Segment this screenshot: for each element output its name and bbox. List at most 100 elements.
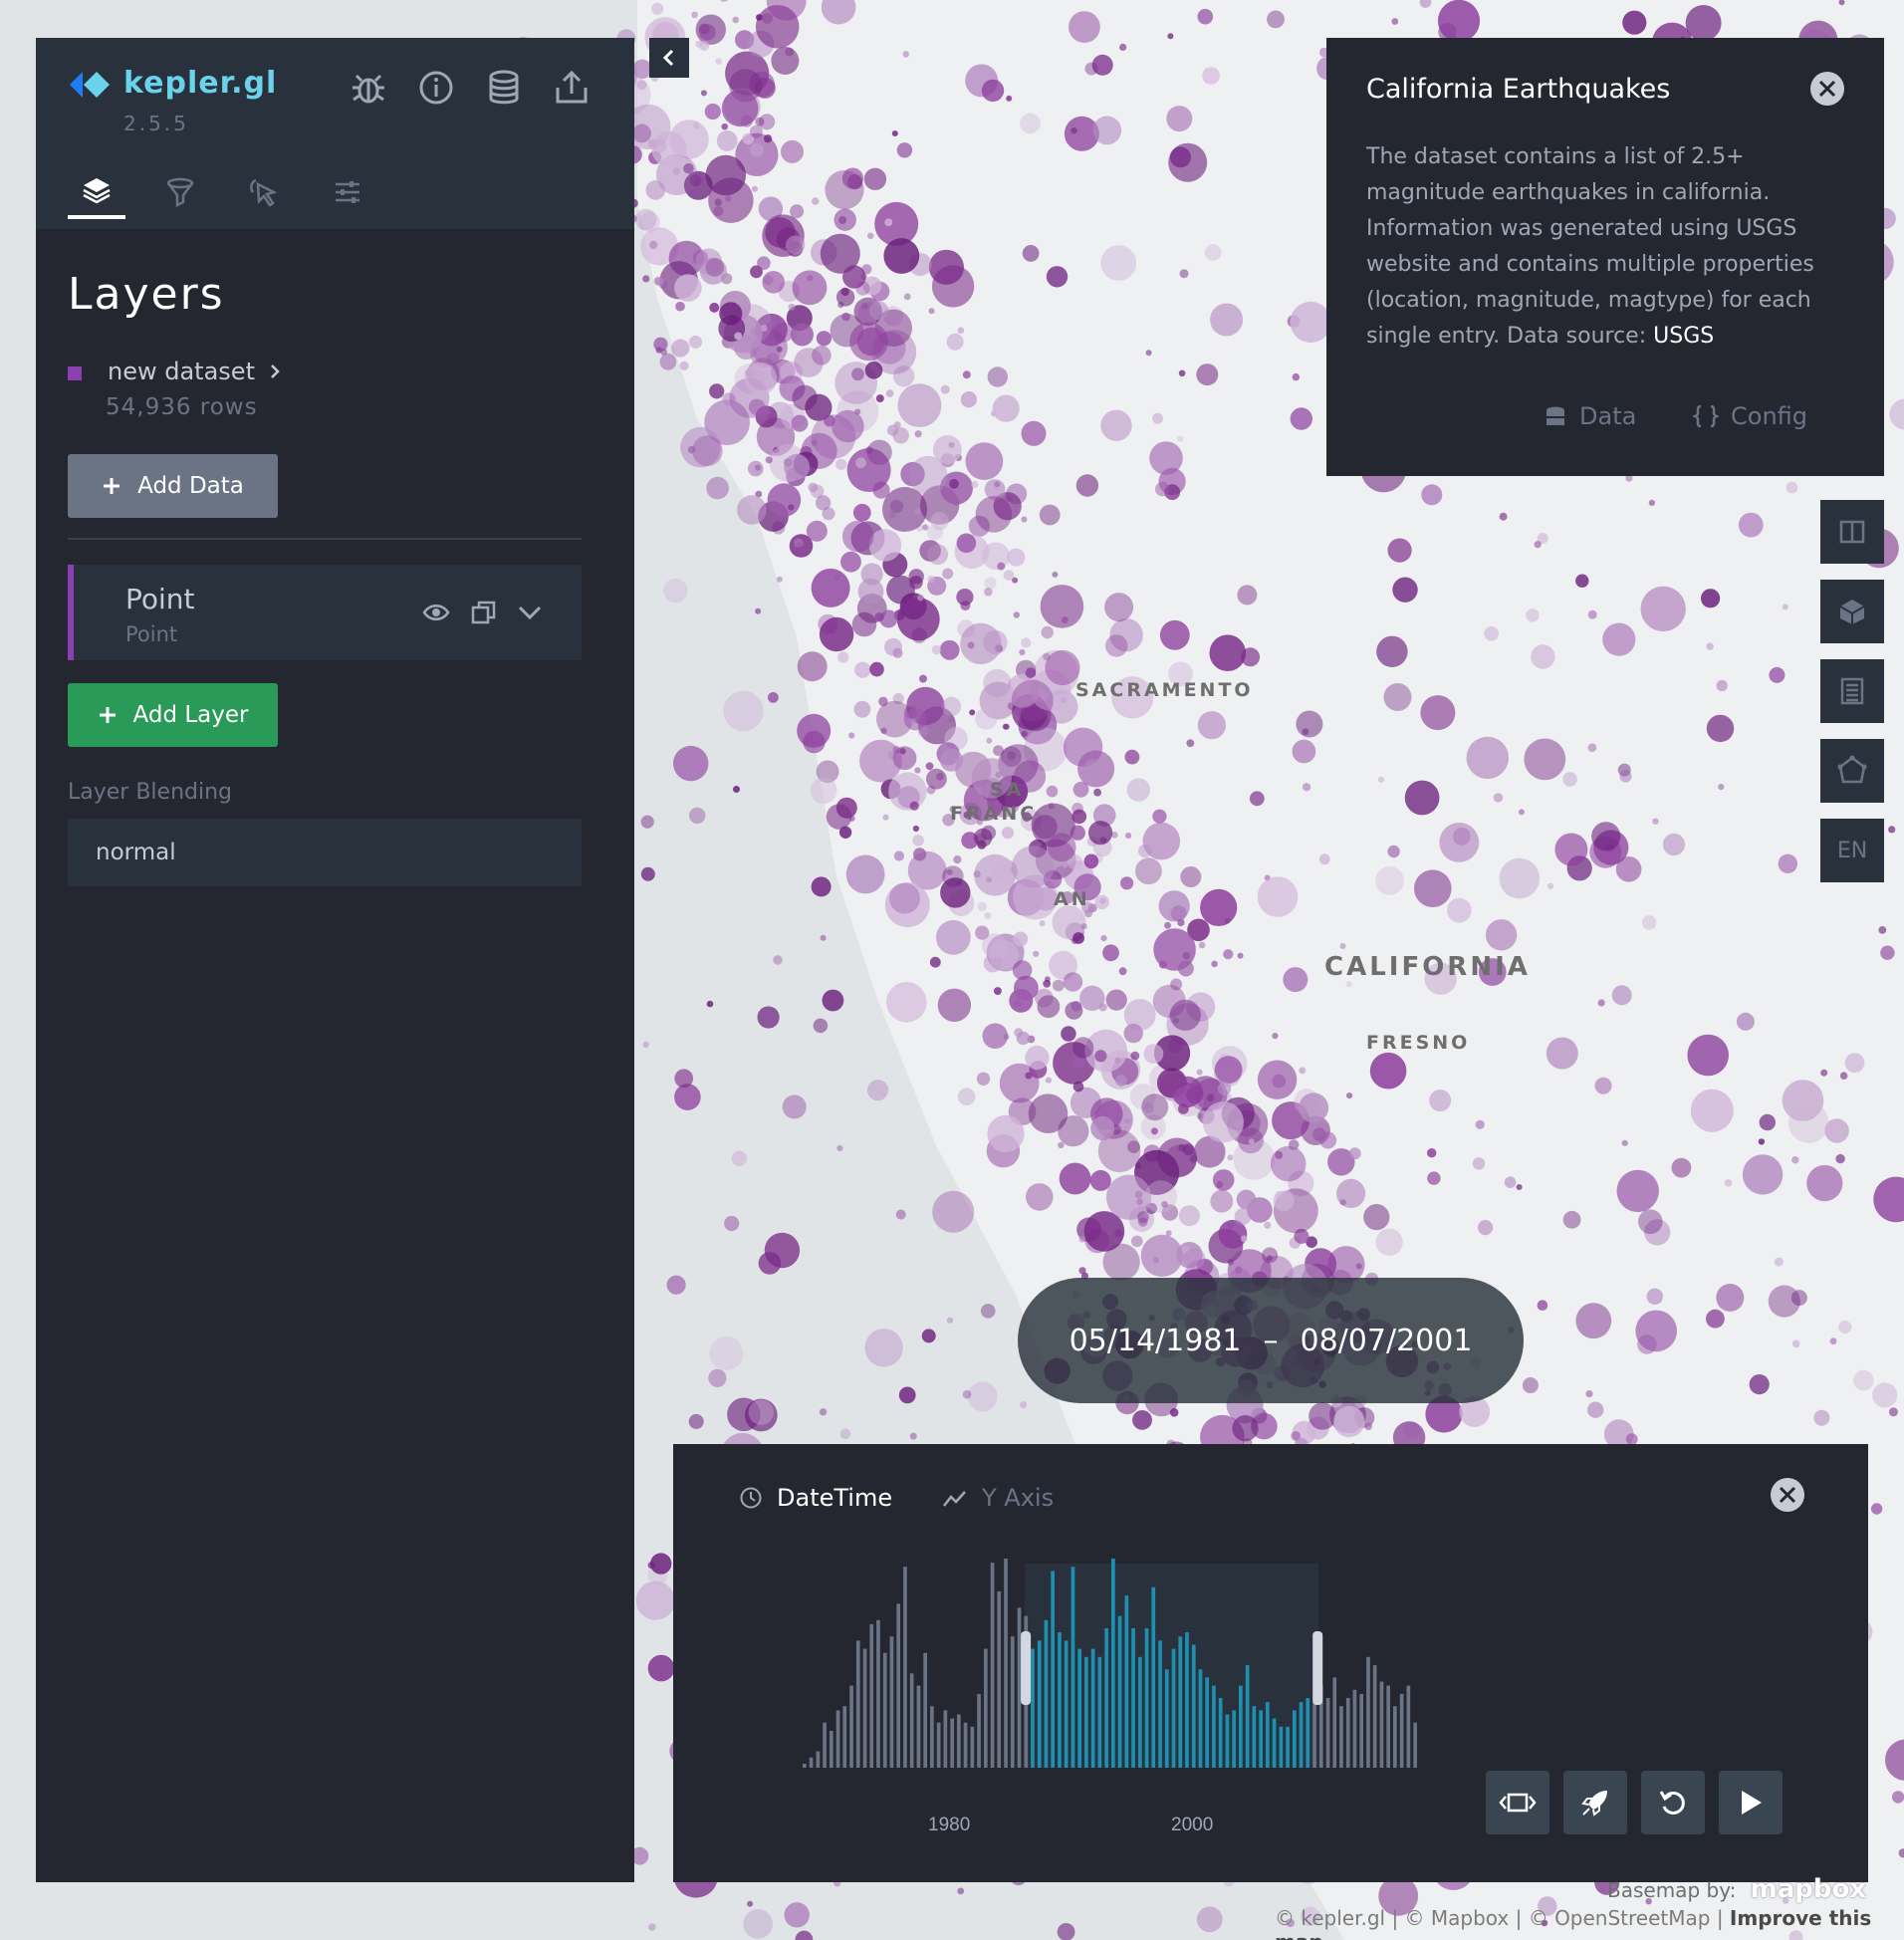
earthquake-point [634,208,657,231]
earthquake-point [689,807,706,825]
earthquake-point [771,47,800,75]
earthquake-point [1820,1069,1828,1077]
speed-button[interactable] [1563,1771,1627,1834]
earthquake-point [942,865,964,887]
usgs-source-link[interactable]: USGS [1653,324,1714,349]
histogram-bar [869,1623,874,1768]
share-icon[interactable] [552,68,592,108]
earthquake-point [1782,604,1788,610]
earthquake-point [794,538,804,548]
histogram-bar [816,1751,821,1768]
data-button[interactable]: Data [1544,402,1636,430]
earthquake-point [1124,749,1140,765]
range-end-handle[interactable] [1312,1631,1323,1705]
histogram-bar [1232,1710,1236,1768]
database-icon[interactable] [484,68,524,108]
earthquake-point [764,134,773,143]
earthquake-point [1137,1211,1149,1224]
window-toggle-button[interactable] [1486,1771,1549,1834]
close-icon[interactable] [1808,70,1846,108]
histogram-bar [1413,1722,1417,1768]
histogram-bar [1064,1640,1069,1768]
histogram-bar [1272,1718,1277,1768]
mapbox-logo[interactable]: mapbox [1751,1874,1867,1904]
earthquake-point [663,578,688,604]
histogram-bar [1084,1656,1088,1768]
earthquake-point [1186,739,1195,748]
earthquake-point [939,639,960,660]
tab-map-settings[interactable] [319,165,376,219]
earthquake-point [757,256,771,271]
data-button-label: Data [1579,402,1637,430]
tab-layers[interactable] [68,165,125,219]
earthquake-point [1033,950,1040,957]
credits-text[interactable]: © kepler.gl | © Mapbox | © OpenStreetMap… [1275,1906,1730,1930]
earthquake-point [854,661,871,678]
earthquake-point [1547,882,1554,889]
earthquake-point [1466,736,1510,780]
earthquake-point [1844,1053,1865,1074]
config-button[interactable]: Config [1693,402,1807,430]
earthquake-point [645,180,666,200]
tick-label-1980: 1980 [928,1815,971,1835]
earthquake-point [719,302,743,326]
earthquake-point [1652,818,1659,825]
earthquake-point [1262,1247,1279,1264]
earthquake-point [936,919,971,955]
earthquake-point [755,117,765,126]
range-start-handle[interactable] [1021,1631,1032,1705]
earthquake-point [1115,1075,1127,1087]
layer-name[interactable]: Point [125,583,195,615]
earthquake-point [1072,1037,1094,1059]
earthquake-point [1736,1012,1755,1031]
earthquake-point [908,569,924,585]
add-layer-button[interactable]: Add Layer [68,683,278,747]
earthquake-point [776,576,783,583]
earthquake-point [941,696,962,717]
3d-view-button[interactable] [1820,580,1884,643]
earthquake-point [673,745,709,782]
eye-icon[interactable] [422,601,450,624]
map-label-sa: SA [990,779,1025,801]
bug-icon[interactable] [349,68,388,108]
time-range-display: 05/14/1981 – 08/07/2001 [1018,1278,1524,1403]
play-button[interactable] [1719,1771,1783,1834]
draw-polygon-button[interactable] [1820,739,1884,803]
earthquake-point [1249,791,1265,807]
earthquake-point [1554,833,1588,866]
split-map-icon [1839,520,1865,544]
earthquake-point [1414,869,1452,907]
tab-interactions[interactable] [235,165,293,219]
histogram-bar [1406,1685,1411,1768]
earthquake-point [1591,822,1621,851]
layer-blending-select[interactable]: normal [68,819,582,886]
earthquake-point [811,568,850,607]
cube-icon [1839,600,1865,624]
earthquake-point [1125,832,1132,840]
earthquake-point [816,495,832,511]
split-map-button[interactable] [1820,500,1884,564]
layer-panel-point[interactable]: Point Point [68,565,582,660]
map-legend-button[interactable] [1820,659,1884,723]
duplicate-icon[interactable] [470,599,498,626]
chevron-down-icon[interactable] [516,599,544,626]
earthquake-point [1198,941,1206,949]
add-data-button[interactable]: Add Data [68,454,278,518]
collapse-sidepanel-button[interactable] [649,38,689,78]
earthquake-point [737,495,767,525]
reset-button[interactable] [1641,1771,1705,1834]
info-icon[interactable] [416,68,456,108]
earthquake-point [1562,1210,1581,1229]
earthquake-point [755,607,762,614]
earthquake-point [925,762,934,771]
earthquake-point [724,1215,740,1232]
dataset-name[interactable]: new dataset [108,358,283,385]
earthquake-point [896,142,913,158]
tab-filters[interactable] [151,165,209,219]
chevron-right-icon [270,364,280,378]
histogram-bar [1124,1595,1129,1768]
earthquake-point [709,302,720,313]
earthquake-point [1791,1156,1799,1164]
locale-button[interactable]: EN [1820,819,1884,882]
earthquake-point [892,427,909,444]
